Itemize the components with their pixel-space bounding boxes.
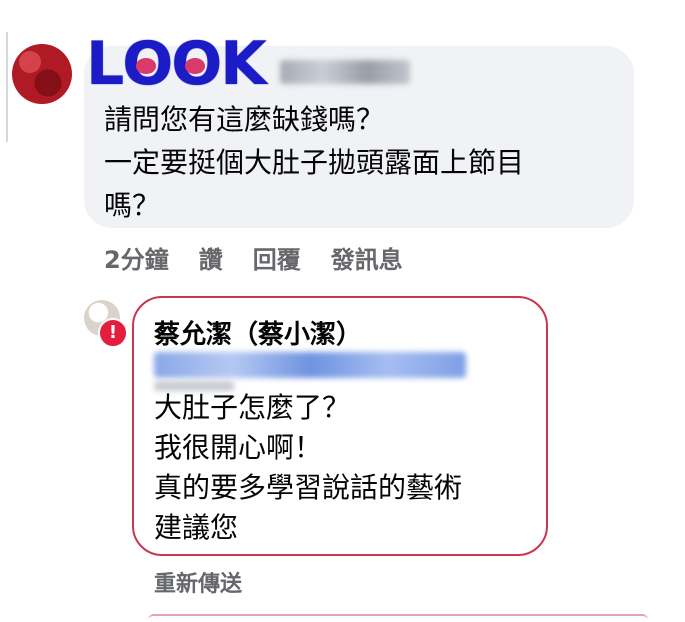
message-button[interactable]: 發訊息 — [331, 240, 403, 275]
like-button[interactable]: 讚 — [199, 240, 223, 275]
error-alert-icon: ! — [98, 318, 128, 348]
blurred-commenter-name — [280, 60, 410, 84]
reply-author-name[interactable]: 蔡允潔（蔡小潔） — [154, 314, 362, 351]
comment-actions: 2分鐘 讚 回覆 發訊息 — [104, 240, 403, 275]
reply-text: 大肚子怎麼了？ 我很開心啊！ 真的要多學習說話的藝術 建議您 — [154, 391, 463, 544]
reply-button[interactable]: 回覆 — [253, 240, 301, 275]
thread-divider — [6, 32, 8, 142]
look-watermark-logo: LOOK — [86, 29, 267, 99]
resend-button[interactable]: 重新傳送 — [154, 566, 242, 598]
comment-text: 請問您有這麼缺錢嗎？ 一定要挺個大肚子拋頭露面上節目 嗎？ — [104, 103, 525, 222]
next-bubble-edge — [148, 614, 648, 622]
avatar[interactable] — [12, 44, 72, 104]
comment-timestamp[interactable]: 2分鐘 — [104, 240, 169, 275]
blurred-tagged-name — [154, 352, 466, 378]
